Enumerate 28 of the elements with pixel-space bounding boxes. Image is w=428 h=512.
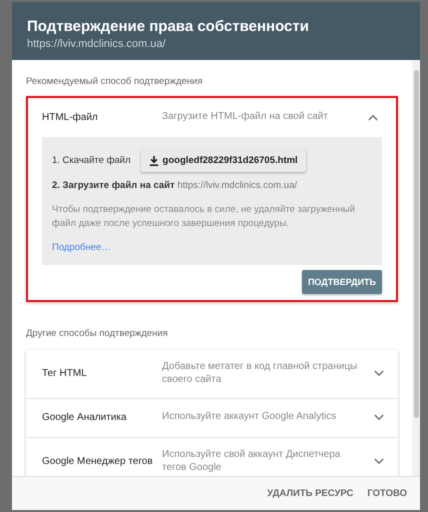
- method-row[interactable]: Тег HTML Добавьте метатег в код главной страницы своего сайта: [26, 350, 398, 399]
- method-name: HTML-файл: [42, 112, 99, 123]
- chevron-down-icon[interactable]: [374, 414, 384, 422]
- confirm-button[interactable]: ПОДТВЕРДИТЬ: [302, 270, 382, 294]
- method-row[interactable]: Google Аналитика Используйте аккаунт Google Analytics: [26, 398, 398, 438]
- step-label: 1. Скачайте файл: [52, 155, 131, 166]
- method-name: Тег HTML: [41, 368, 88, 380]
- method-name: Google Аналитика: [41, 412, 128, 424]
- method-description: Используйте аккаунт Google Analytics: [162, 411, 338, 424]
- scrollbar-thumb[interactable]: [414, 70, 418, 418]
- site-url: https://lviv.mdclinics.com.ua/: [27, 38, 167, 50]
- section-heading: Рекомендуемый способ подтверждения: [26, 76, 204, 87]
- scrollbar[interactable]: [412, 60, 420, 476]
- method-description: Загрузите HTML-файл на свой сайт: [162, 111, 329, 124]
- note-text: Чтобы подтверждение оставалось в силе, не удаляйте загруженный файл даже после успешного завершения процедуры.: [52, 203, 356, 231]
- section-heading: Другие способы подтверждения: [26, 328, 169, 339]
- chevron-up-icon[interactable]: [368, 114, 378, 121]
- method-name: Google Менеджер тегов: [41, 456, 154, 468]
- footer-button[interactable]: ГОТОВО: [364, 484, 410, 503]
- upload-step: 2. Загрузите файл на сайт https://lviv.mdclinics.com.ua/: [52, 180, 372, 191]
- method-description: Используйте свой аккаунт Диспетчера тегов Google: [162, 449, 342, 474]
- footer-button[interactable]: УДАЛИТЬ РЕСУРС: [264, 484, 356, 503]
- download-button[interactable]: googledf28229f31d26705.html: [140, 149, 306, 172]
- dialog-title: Подтверждение права собственности: [27, 18, 310, 35]
- download-icon: [148, 156, 159, 166]
- method-description: Добавьте метатег в код главной страницы своего сайта: [162, 361, 358, 386]
- chevron-down-icon[interactable]: [374, 370, 384, 378]
- chevron-down-icon[interactable]: [374, 458, 384, 466]
